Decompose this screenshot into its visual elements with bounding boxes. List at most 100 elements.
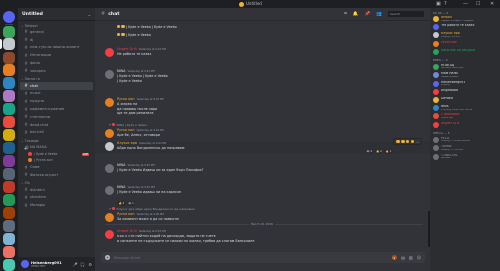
channel-0[interactable]: # dlanteni bbox=[20, 186, 93, 194]
server-13[interactable] bbox=[3, 181, 15, 193]
avatar[interactable] bbox=[21, 260, 29, 268]
reaction-emoji-icon[interactable] bbox=[396, 139, 400, 144]
server-2[interactable] bbox=[3, 38, 15, 50]
member-item[interactable]: Angelbaaa bbox=[430, 88, 500, 96]
member-item[interactable]: Тъкмо Playing — Fortnite bbox=[430, 144, 500, 152]
member-item[interactable]: Руска кон bbox=[430, 40, 500, 48]
server-3[interactable] bbox=[3, 52, 15, 64]
avatar[interactable] bbox=[105, 70, 114, 79]
avatar[interactable] bbox=[105, 230, 114, 239]
message[interactable]: NINA Yesterday at 9:45 PM | Kyde e Veeko и… bbox=[95, 185, 430, 197]
avatar[interactable] bbox=[105, 129, 114, 138]
gift-icon[interactable]: 🎁 bbox=[392, 255, 397, 260]
avatar[interactable] bbox=[105, 186, 114, 195]
channel-3[interactable]: # Интонации bbox=[20, 51, 93, 59]
server-10[interactable] bbox=[3, 142, 15, 154]
channel-5[interactable]: # dead-chat bbox=[20, 121, 93, 129]
member-item[interactable]: Мам Нали Серве е реакт bbox=[430, 71, 500, 79]
mic-icon[interactable]: 🎤 bbox=[72, 262, 77, 267]
reaction-button[interactable]: 😂 4 bbox=[365, 149, 374, 154]
search-input[interactable]: Search bbox=[388, 11, 424, 17]
gif-icon[interactable]: ▤ bbox=[401, 255, 405, 260]
message[interactable]: NINA Yesterday at 9:43 PM | Kyde e Veeko |… bbox=[95, 69, 430, 85]
member-item[interactable]: Derpl ear ро ресурсо bbox=[430, 48, 500, 56]
maximize-button[interactable]: ☐ bbox=[476, 0, 480, 8]
server-5[interactable] bbox=[3, 77, 15, 89]
server-9[interactable] bbox=[3, 129, 15, 141]
channel-2[interactable]: # new-тум-за-лишни-хилинг bbox=[20, 44, 93, 52]
plus-icon[interactable]: + bbox=[105, 255, 110, 260]
channel-4[interactable]: # фило bbox=[20, 59, 93, 67]
channel-0[interactable]: # chat bbox=[20, 81, 93, 90]
reaction-button[interactable]: 👍 3 bbox=[117, 201, 126, 206]
author-name[interactable]: Клукос ера bbox=[117, 141, 137, 145]
headphones-icon[interactable]: 🎧 bbox=[80, 262, 85, 267]
emoji-icon[interactable]: ☺ bbox=[417, 255, 421, 260]
reaction-button[interactable]: 🔥 1 bbox=[384, 149, 393, 154]
author-name[interactable]: NINA bbox=[117, 163, 125, 167]
more-icon[interactable]: ⋯ bbox=[416, 140, 419, 144]
message[interactable]: | Kyde e Veeko bbox=[95, 33, 430, 39]
author-name[interactable]: Unpert Grill bbox=[117, 229, 137, 233]
server-header[interactable]: Untitled ⌄ bbox=[18, 8, 95, 21]
server-16[interactable] bbox=[3, 220, 15, 232]
channel-1[interactable]: # music bbox=[20, 90, 93, 98]
reply-reference[interactable]: ↱ NINA | Kyde e Veeko bbox=[109, 123, 147, 127]
reaction-button[interactable]: 😂 1 bbox=[126, 201, 136, 206]
channel-4[interactable]: # стенлопни bbox=[20, 113, 93, 121]
server-8[interactable] bbox=[3, 116, 15, 128]
member-item[interactable]: dstis s is lang trade both words bbox=[430, 104, 500, 112]
channel-1[interactable]: # dj bbox=[20, 36, 93, 44]
message[interactable]: Руска кон Yesterday at 9:43 PM А жерео на д… bbox=[95, 97, 430, 118]
server-17[interactable] bbox=[3, 233, 15, 245]
server-4[interactable] bbox=[3, 64, 15, 76]
bell-icon[interactable]: 🔔 bbox=[353, 12, 359, 17]
channel-3[interactable]: # кофемен-кумание bbox=[20, 105, 93, 113]
voice-channel[interactable]: 🔊 NA MASA bbox=[20, 143, 93, 151]
avatar[interactable] bbox=[105, 98, 114, 107]
message[interactable]: | Kyde e Veeko | Kyde e Veeko bbox=[95, 25, 430, 31]
author-name[interactable]: Руска кон bbox=[117, 128, 134, 132]
avatar[interactable] bbox=[105, 142, 114, 151]
member-item[interactable]: 'Не работа те казах' bbox=[430, 23, 500, 31]
member-item[interactable]: Клукос ера Playing Fortnite bbox=[430, 31, 500, 39]
reaction-emoji-icon[interactable] bbox=[406, 139, 410, 144]
member-item[interactable]: PECA Playing — Home Games bbox=[430, 136, 500, 144]
author-name[interactable]: Руска кон bbox=[117, 97, 134, 101]
server-11[interactable] bbox=[3, 155, 15, 167]
avatar[interactable] bbox=[105, 164, 114, 173]
help-icon[interactable]: ? bbox=[444, 0, 447, 8]
minimize-button[interactable]: — bbox=[463, 0, 468, 8]
server-7[interactable] bbox=[3, 103, 15, 115]
member-item[interactable]: Heisenberg091 Playing bbox=[430, 80, 500, 88]
threads-icon[interactable]: ⌗ bbox=[344, 11, 347, 17]
server-12[interactable] bbox=[3, 168, 15, 180]
channel-2[interactable]: # муцупа bbox=[20, 97, 93, 105]
member-item[interactable]: Unpert Grill bbox=[430, 121, 500, 129]
settings-icon[interactable]: ⚙ bbox=[88, 262, 92, 267]
server-1[interactable] bbox=[3, 26, 15, 38]
channel-0[interactable]: # general bbox=[20, 28, 93, 36]
message-composer[interactable]: + Message #chat 🎁 ▤ ▧ ☺ bbox=[101, 252, 425, 263]
member-item[interactable]: НОВОЩ Terotatio Yedlo Lab bbox=[430, 63, 500, 71]
message[interactable]: NINA Yesterday at 9:45 PM | Kyde e Veeko И… bbox=[95, 163, 430, 175]
server-14[interactable] bbox=[3, 194, 15, 206]
author-name[interactable]: Руска кон bbox=[117, 212, 134, 216]
inbox-icon[interactable]: ▣ bbox=[436, 0, 441, 8]
close-button[interactable]: ✕ bbox=[490, 0, 494, 8]
author-name[interactable]: Unpert Grill bbox=[117, 47, 137, 51]
avatar[interactable] bbox=[105, 48, 114, 57]
member-item[interactable]: Dimond bbox=[430, 96, 500, 104]
member-item[interactable]: Фласи Сервис е Моди с Подарни bbox=[430, 15, 500, 23]
avatar[interactable] bbox=[105, 213, 114, 222]
channel-5[interactable]: # чекарня bbox=[20, 67, 93, 75]
message[interactable]: Unpert Grill Yesterday at 9:42 PM Не работ… bbox=[95, 47, 430, 59]
reply-reference[interactable]: ↱ Клукос ера Айде едно Вандаленско да на… bbox=[109, 207, 195, 211]
server-6[interactable] bbox=[3, 90, 15, 102]
sticker-icon[interactable]: ▧ bbox=[409, 255, 413, 260]
server-19[interactable] bbox=[3, 259, 15, 271]
message[interactable]: Unpert Grill Yesterday at 9:52 PM ъъъ к ст… bbox=[95, 229, 430, 245]
pin-icon[interactable]: 📌 bbox=[365, 12, 371, 17]
message-input[interactable]: Message #chat bbox=[114, 256, 140, 260]
reaction-button[interactable]: 👍 2 bbox=[374, 149, 384, 154]
